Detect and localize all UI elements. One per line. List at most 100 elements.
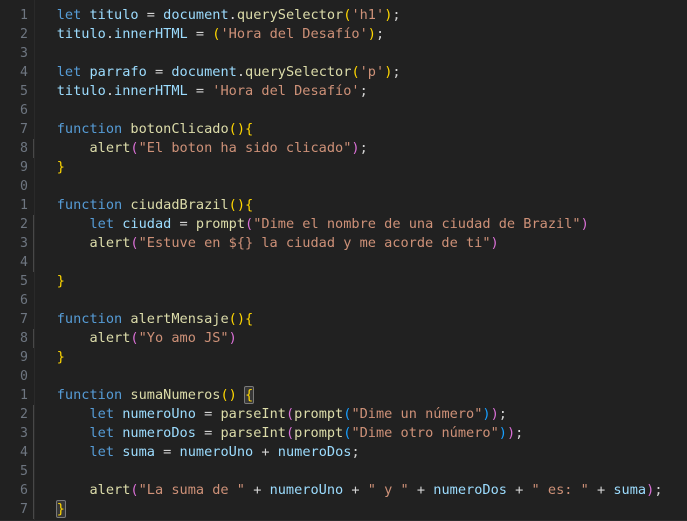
indent-guide bbox=[33, 215, 34, 234]
line-number: 6 bbox=[20, 103, 28, 118]
code-line[interactable]: 2 let ciudad = prompt("Dime el nombre de… bbox=[0, 215, 687, 234]
code-token: ( bbox=[228, 197, 237, 213]
line-text[interactable]: titulo.innerHTML = 'Hora del Desafío'; bbox=[24, 82, 368, 101]
code-line[interactable]: 3 let numeroDos = parseInt(prompt("Dime … bbox=[0, 424, 687, 443]
line-text[interactable]: function botonClicado(){ bbox=[24, 120, 253, 139]
line-text[interactable]: let ciudad = prompt("Dime el nombre de u… bbox=[24, 215, 588, 234]
line-text[interactable]: } bbox=[24, 500, 66, 519]
code-line[interactable]: 7 function botonClicado(){ bbox=[0, 120, 687, 139]
code-line[interactable]: 1 function sumaNumeros() { bbox=[0, 386, 687, 405]
line-text[interactable]: alert("Estuve en ${} la ciudad y me acor… bbox=[24, 234, 498, 253]
code-line[interactable]: 6 alert("La suma de " + numeroUno + " y … bbox=[0, 481, 687, 500]
code-line[interactable]: 8 alert("El boton ha sido clicado"); bbox=[0, 139, 687, 158]
line-number: 0 bbox=[20, 369, 28, 384]
code-token: ; bbox=[375, 26, 385, 42]
code-line[interactable]: 3 bbox=[0, 44, 687, 63]
code-line[interactable]: 7 function alertMensaje(){ bbox=[0, 310, 687, 329]
code-token: } bbox=[56, 349, 65, 365]
line-text[interactable]: alert("La suma de " + numeroUno + " y " … bbox=[24, 481, 662, 500]
line-text[interactable]: titulo.innerHTML = ('Hora del Desafío'); bbox=[24, 25, 384, 44]
code-line[interactable]: 0 bbox=[0, 177, 687, 196]
line-text[interactable]: } bbox=[24, 272, 65, 291]
code-line[interactable]: 4 bbox=[0, 253, 687, 272]
code-token: 'p' bbox=[359, 64, 385, 80]
code-token: "Yo amo JS" bbox=[138, 330, 229, 346]
code-token: let bbox=[56, 64, 82, 80]
code-line[interactable]: 9 } bbox=[0, 348, 687, 367]
line-text[interactable]: alert("El boton ha sido clicado"); bbox=[24, 139, 368, 158]
code-line[interactable]: 5 titulo.innerHTML = 'Hora del Desafío'; bbox=[0, 82, 687, 101]
code-line[interactable]: 5 bbox=[0, 462, 687, 481]
code-line[interactable]: 1 let titulo = document.querySelector('h… bbox=[0, 6, 687, 25]
line-text[interactable]: let numeroDos = parseInt(prompt("Dime ot… bbox=[24, 424, 523, 443]
code-token: . bbox=[236, 64, 246, 80]
line-text[interactable]: let suma = numeroUno + numeroDos; bbox=[24, 443, 359, 462]
code-token: ciudad bbox=[122, 216, 172, 232]
line-text[interactable]: function alertMensaje(){ bbox=[24, 310, 253, 329]
code-line[interactable]: 7 } bbox=[0, 500, 687, 519]
line-text[interactable]: alert("Yo amo JS") bbox=[24, 329, 236, 348]
indent-guide bbox=[33, 139, 34, 158]
line-text[interactable]: function ciudadBrazil(){ bbox=[24, 196, 253, 215]
line-text[interactable]: let titulo = document.querySelector('h1'… bbox=[24, 6, 401, 25]
code-token: ; bbox=[359, 83, 368, 99]
code-token: numeroDos bbox=[433, 482, 507, 498]
line-text[interactable]: let numeroUno = parseInt(prompt("Dime un… bbox=[24, 405, 507, 424]
code-token: let bbox=[89, 444, 115, 460]
indent-guide bbox=[33, 481, 34, 500]
line-text[interactable]: } bbox=[24, 348, 65, 367]
code-token: alert bbox=[89, 330, 131, 346]
indent-guide bbox=[33, 443, 34, 462]
code-token: ) bbox=[506, 425, 516, 441]
code-token: ( bbox=[130, 235, 139, 251]
code-token: innerHTML bbox=[114, 83, 188, 99]
code-token: ) bbox=[236, 121, 246, 137]
code-line[interactable]: 1 function ciudadBrazil(){ bbox=[0, 196, 687, 215]
code-token: ; bbox=[359, 140, 368, 156]
code-line[interactable]: 9 } bbox=[0, 158, 687, 177]
code-line[interactable]: 4 let parrafo = document.querySelector('… bbox=[0, 63, 687, 82]
code-line[interactable]: 4 let suma = numeroUno + numeroDos; bbox=[0, 443, 687, 462]
line-text[interactable]: function sumaNumeros() { bbox=[24, 386, 255, 405]
code-token: } bbox=[56, 273, 65, 289]
line-text[interactable]: let parrafo = document.querySelector('p'… bbox=[24, 63, 401, 82]
code-line[interactable]: 2 titulo.innerHTML = ('Hora del Desafío'… bbox=[0, 25, 687, 44]
code-line[interactable]: 3 alert("Estuve en ${} la ciudad y me ac… bbox=[0, 234, 687, 253]
code-token: titulo bbox=[56, 26, 106, 42]
indent-guide bbox=[33, 253, 34, 272]
code-line[interactable]: 0 bbox=[0, 367, 687, 386]
code-line[interactable]: 6 bbox=[0, 101, 687, 120]
code-line[interactable]: 6 bbox=[0, 291, 687, 310]
code-token: 'Hora del Desafío' bbox=[212, 83, 360, 99]
code-token: querySelector bbox=[236, 7, 344, 23]
code-line[interactable]: 2 let numeroUno = parseInt(prompt("Dime … bbox=[0, 405, 687, 424]
code-token: querySelector bbox=[245, 64, 352, 80]
line-text[interactable]: } bbox=[24, 158, 65, 177]
code-token: + bbox=[261, 444, 270, 460]
code-line[interactable]: 8 alert("Yo amo JS") bbox=[0, 329, 687, 348]
bracket-match: } bbox=[55, 500, 66, 518]
code-token: numeroUno bbox=[269, 482, 344, 498]
code-token: . bbox=[105, 26, 115, 42]
code-token: ( bbox=[220, 387, 229, 403]
code-editor[interactable]: 10 let x 1 let titulo = document.querySe… bbox=[0, 0, 687, 521]
code-token: function bbox=[56, 311, 123, 327]
code-line[interactable]: 5 } bbox=[0, 272, 687, 291]
code-token: ; bbox=[498, 406, 507, 422]
